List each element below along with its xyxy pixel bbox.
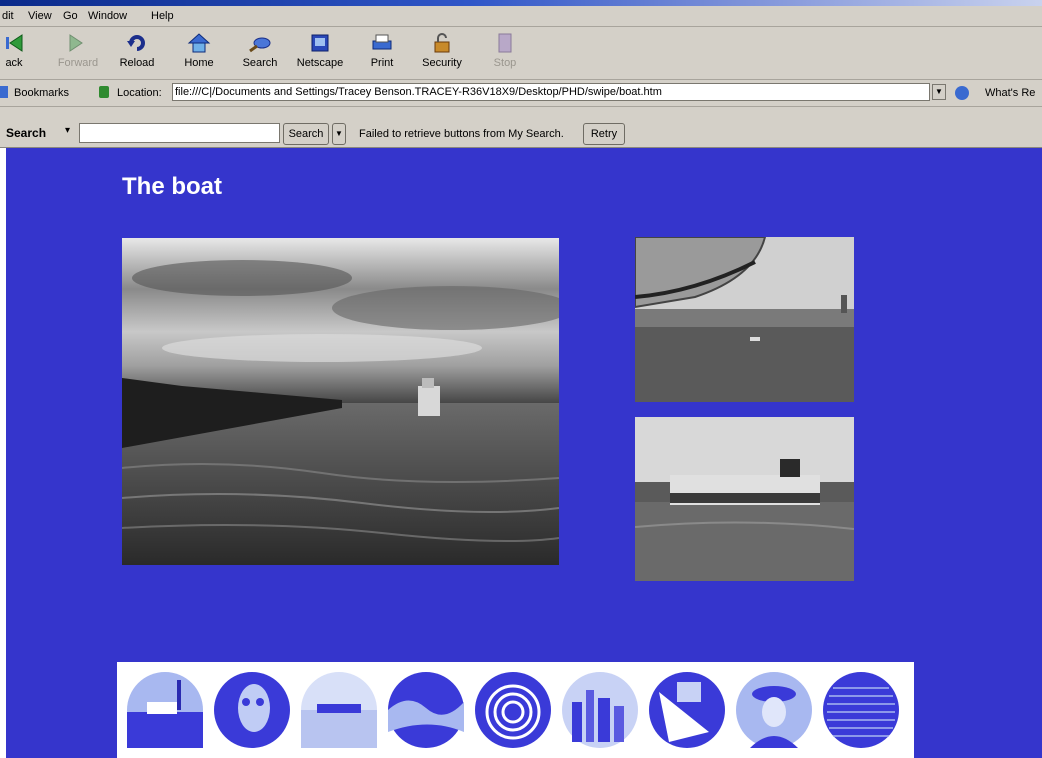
location-dropdown-button[interactable]: ▼: [932, 84, 946, 100]
home-icon: [187, 33, 211, 53]
search-options-dropdown[interactable]: ▼: [332, 123, 346, 145]
search-input[interactable]: [79, 123, 280, 143]
print-button[interactable]: Print: [352, 29, 412, 77]
thumbnail-navigation: [117, 662, 914, 758]
menu-window[interactable]: Window: [88, 10, 127, 22]
thumb-landscape[interactable]: [388, 672, 464, 748]
menu-view[interactable]: View: [28, 10, 52, 22]
menu-edit[interactable]: dit: [2, 10, 14, 22]
home-button[interactable]: Home: [169, 29, 229, 77]
page-title: The boat: [122, 173, 222, 200]
page-content: The boat: [6, 148, 1042, 758]
location-url-field[interactable]: file:///C|/Documents and Settings/Tracey…: [172, 83, 930, 101]
main-photo: [122, 238, 559, 565]
search-icon: [249, 37, 271, 53]
whats-related-button[interactable]: What's Re: [985, 87, 1035, 99]
menu-bar: dit View Go Window Help: [0, 6, 1042, 27]
search-submit-button[interactable]: Search: [283, 123, 329, 145]
lock-icon: [434, 33, 450, 53]
search-menu-arrow-icon[interactable]: ▾: [65, 125, 70, 136]
reload-button[interactable]: Reload: [107, 29, 167, 77]
reload-icon: [127, 35, 145, 51]
stop-button[interactable]: Stop: [475, 29, 535, 77]
search-button[interactable]: Search: [230, 29, 290, 77]
back-button[interactable]: ack: [0, 29, 44, 77]
thumb-boat[interactable]: [127, 672, 203, 748]
forward-button[interactable]: Forward: [48, 29, 108, 77]
search-status-message: Failed to retrieve buttons from My Searc…: [359, 128, 564, 140]
thumb-man-with-hat[interactable]: [736, 672, 812, 748]
side-photo-1: [635, 237, 854, 402]
navigation-toolbar: ack Forward Reload Home Search Netscape …: [0, 27, 1042, 80]
location-label: Location:: [117, 87, 162, 99]
thumb-text-pattern[interactable]: [823, 672, 899, 748]
thumb-ferry[interactable]: [301, 672, 377, 748]
back-arrow-icon: [6, 34, 23, 52]
netscape-button[interactable]: Netscape: [290, 29, 350, 77]
search-label: Search: [6, 126, 47, 140]
thumb-portrait[interactable]: [214, 672, 290, 748]
thumb-fingerprint[interactable]: [475, 672, 551, 748]
security-button[interactable]: Security: [412, 29, 472, 77]
side-photo-2: [635, 417, 854, 581]
location-pin-icon: [99, 86, 109, 98]
menu-help[interactable]: Help: [151, 10, 174, 22]
whats-related-icon: [955, 86, 969, 100]
bookmarks-icon: [0, 86, 8, 98]
thumb-city[interactable]: [562, 672, 638, 748]
netscape-icon: [311, 34, 329, 52]
print-icon: [372, 34, 392, 50]
menu-go[interactable]: Go: [63, 10, 78, 22]
forward-arrow-icon: [69, 34, 83, 52]
search-toolbar: Search ▾ Search ▼ Failed to retrieve but…: [0, 107, 1042, 148]
retry-button[interactable]: Retry: [583, 123, 625, 145]
bookmarks-button[interactable]: Bookmarks: [14, 87, 69, 99]
thumb-buildings[interactable]: [649, 672, 725, 748]
stop-icon: [498, 33, 512, 53]
location-bar: Bookmarks Location: file:///C|/Documents…: [0, 80, 1042, 107]
